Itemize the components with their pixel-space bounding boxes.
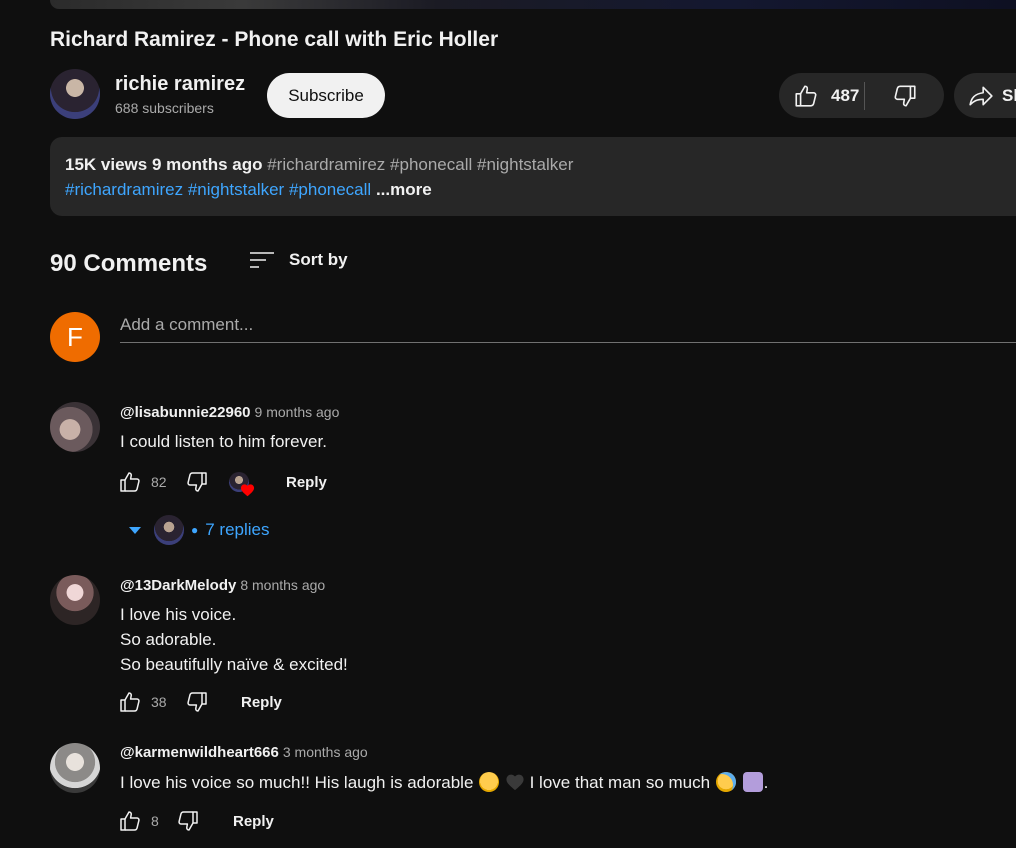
reply-button[interactable]: Reply <box>233 813 274 830</box>
thumbs-up-icon <box>793 83 819 109</box>
comment-time[interactable]: 3 months ago <box>283 744 368 760</box>
comment-line: I love his voice. <box>120 605 237 624</box>
thumbs-up-icon <box>118 470 142 494</box>
view-count: 15K views <box>65 155 148 174</box>
like-count: 487 <box>831 85 860 105</box>
replier-avatar <box>154 515 184 545</box>
comment-text: I love his voice. So adorable. So beauti… <box>120 602 348 677</box>
thumbs-down-icon <box>892 83 918 109</box>
video-player-edge[interactable] <box>50 0 1016 9</box>
comment-like-count: 8 <box>151 813 159 829</box>
description-box[interactable] <box>50 137 1016 216</box>
sort-by-button[interactable]: Sort by <box>249 248 348 272</box>
hashtag-link[interactable]: #nightstalker <box>188 180 284 199</box>
thumbs-down-icon <box>176 809 200 833</box>
comment-text: I could listen to him forever. <box>120 432 327 451</box>
comment-author-avatar[interactable] <box>50 743 100 793</box>
comment-line: So adorable. <box>120 630 217 649</box>
like-button[interactable]: 487 <box>779 73 864 118</box>
hashtag-link[interactable]: #richardramirez <box>65 180 183 199</box>
like-dislike-group: 487 <box>779 73 944 118</box>
caret-down-icon <box>128 525 142 535</box>
channel-avatar[interactable] <box>50 69 100 119</box>
reply-button[interactable]: Reply <box>286 474 327 491</box>
comment-author-avatar[interactable] <box>50 575 100 625</box>
thumbs-up-icon <box>118 690 142 714</box>
comment-time[interactable]: 9 months ago <box>255 404 340 420</box>
share-icon <box>968 83 994 109</box>
comments-count: 90 Comments <box>50 250 208 277</box>
show-more-button[interactable]: ...more <box>376 180 432 199</box>
comment-dislike-button[interactable] <box>185 470 209 494</box>
comment-like-count: 82 <box>151 474 167 490</box>
thumbs-down-icon <box>185 690 209 714</box>
comment-author[interactable]: @karmenwildheart666 <box>120 744 279 761</box>
comment-author[interactable]: @13DarkMelody <box>120 577 236 594</box>
comment-text-part: I love his voice so much!! His laugh is … <box>120 773 474 792</box>
dislike-button[interactable] <box>865 73 944 118</box>
comment-author-avatar[interactable] <box>50 402 100 452</box>
comment-dislike-button[interactable] <box>185 690 209 714</box>
user-avatar[interactable]: F <box>50 312 100 362</box>
purple-heart-emoji-icon <box>742 772 763 792</box>
hashtag-link[interactable]: #phonecall <box>289 180 371 199</box>
description-text: #richardramirez #nightstalker #phonecall… <box>65 180 432 200</box>
crying-face-emoji-icon <box>715 772 736 792</box>
comment-time[interactable]: 8 months ago <box>240 577 325 593</box>
share-label: Sh <box>1002 85 1016 105</box>
comment-text-part: . <box>763 773 769 792</box>
thumbs-up-icon <box>118 809 142 833</box>
upload-age: 9 months ago <box>151 155 263 174</box>
black-heart-emoji-icon <box>505 773 525 791</box>
comment-like-count: 38 <box>151 694 167 710</box>
comment-line: So beautifully naïve & excited! <box>120 655 348 674</box>
subscriber-count: 688 subscribers <box>115 100 214 116</box>
dot-separator: ● <box>191 523 199 537</box>
comment-header: @karmenwildheart666 3 months ago <box>120 744 368 761</box>
shushing-face-emoji-icon <box>479 772 500 792</box>
comment-author[interactable]: @lisabunnie22960 <box>120 404 251 421</box>
replies-count: 7 replies <box>205 520 270 539</box>
comment-like-button[interactable]: 82 <box>118 470 167 494</box>
heart-icon <box>240 484 255 497</box>
reply-button[interactable]: Reply <box>241 694 282 711</box>
description-meta: 15K views 9 months ago #richardramirez #… <box>65 155 573 175</box>
view-replies-button[interactable]: ● 7 replies <box>128 515 270 545</box>
comment-text: I love his voice so much!! His laugh is … <box>120 770 768 795</box>
add-comment-input[interactable]: Add a comment... <box>120 312 1016 343</box>
comment-dislike-button[interactable] <box>176 809 200 833</box>
creator-heart-badge <box>229 472 255 498</box>
sort-icon <box>249 248 275 272</box>
comment-like-button[interactable]: 8 <box>118 809 159 833</box>
subscribe-button[interactable]: Subscribe <box>267 73 385 118</box>
sort-by-label: Sort by <box>289 250 348 269</box>
share-button[interactable]: Sh <box>954 73 1016 118</box>
comment-header: @13DarkMelody 8 months ago <box>120 577 325 594</box>
thumbs-down-icon <box>185 470 209 494</box>
comment-like-button[interactable]: 38 <box>118 690 167 714</box>
description-hashtags: #richardramirez #phonecall #nightstalker <box>267 155 574 174</box>
channel-name[interactable]: richie ramirez <box>115 73 245 96</box>
video-title: Richard Ramirez - Phone call with Eric H… <box>50 28 499 51</box>
comment-text-part: I love that man so much <box>529 773 711 792</box>
comment-header: @lisabunnie22960 9 months ago <box>120 404 339 421</box>
